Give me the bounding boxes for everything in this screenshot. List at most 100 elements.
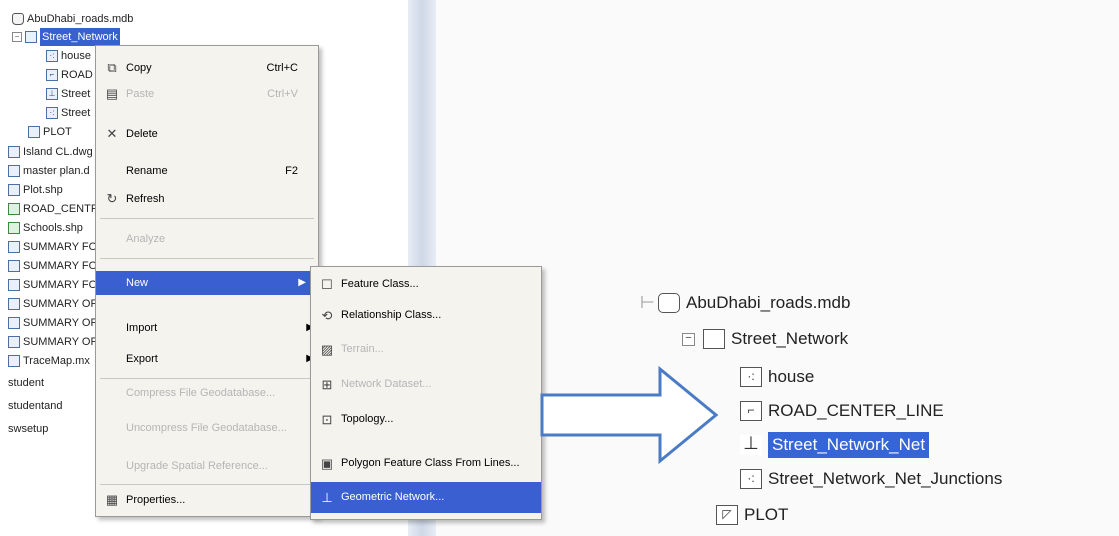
tree-item-file[interactable]: SUMMARY FO (8, 257, 97, 275)
menu-item-label: Terrain... (341, 343, 384, 355)
tree-item-file[interactable]: SUMMARY OF (8, 295, 97, 313)
tree-item-plot[interactable]: PLOT (28, 123, 72, 141)
tree-item-label: ROAD (61, 69, 93, 81)
tree-item-file[interactable]: Schools.shp (8, 219, 83, 237)
tree-item-folder[interactable]: swsetup (8, 420, 48, 438)
tree-item-road[interactable]: ⌐ ROAD (46, 66, 93, 84)
tree-item-file[interactable]: SUMMARY FO (8, 238, 97, 256)
menu-item-properties[interactable]: ▦ Properties... (96, 488, 318, 512)
polygon-feature-icon: ◸ (716, 505, 738, 525)
submenu-item-polygon-from-lines[interactable]: ▣ Polygon Feature Class From Lines... (311, 448, 541, 479)
tree-item-file[interactable]: SUMMARY FO (8, 276, 97, 294)
tree-item-label: SUMMARY FO (23, 241, 98, 253)
refresh-icon: ↻ (106, 191, 118, 206)
menu-item-copy[interactable]: ⧉ Copy Ctrl+C (96, 56, 318, 80)
menu-item-shortcut: F2 (285, 165, 298, 177)
copy-icon: ⧉ (107, 60, 117, 75)
tree-item-label: ROAD_CENTER_LINE (768, 401, 944, 420)
result-tree-item-road-center-line[interactable]: ⌐ ROAD_CENTER_LINE (740, 398, 944, 424)
tree-item-label: SUMMARY OF (23, 317, 98, 329)
tree-item-file[interactable]: master plan.d (8, 162, 90, 180)
menu-item-new[interactable]: New ▶ (96, 271, 318, 295)
tree-item-file[interactable]: SUMMARY OF (8, 314, 97, 332)
menu-item-delete[interactable]: ✕ Delete (96, 122, 318, 146)
result-tree-item-street-network-net-junctions[interactable]: ·: Street_Network_Net_Junctions (740, 466, 1002, 492)
new-submenu: ☐ Feature Class... ⟲ Relationship Class.… (310, 266, 542, 520)
line-feature-icon: ⌐ (740, 401, 762, 421)
menu-item-label: Geometric Network... (341, 491, 445, 503)
tree-item-label: SUMMARY FO (23, 279, 98, 291)
menu-item-label: Paste (126, 88, 155, 100)
submenu-item-relationship-class[interactable]: ⟲ Relationship Class... (311, 300, 541, 331)
properties-icon: ▦ (105, 492, 119, 507)
menu-item-analyze[interactable]: Analyze (96, 227, 318, 251)
tree-item-file[interactable]: SUMMARY OF (8, 333, 97, 351)
result-tree-item-plot[interactable]: ◸ PLOT (716, 502, 788, 528)
tree-item-label: AbuDhabi_roads.mdb (686, 293, 851, 312)
tree-item-folder[interactable]: studentand (8, 397, 62, 415)
tree-item-feature-dataset[interactable]: − Street_Network (12, 28, 120, 46)
table-icon (8, 241, 20, 253)
menu-item-compress[interactable]: Compress File Geodatabase... (96, 381, 318, 405)
result-tree-item-feature-dataset[interactable]: − Street_Network (682, 326, 848, 352)
menu-item-uncompress[interactable]: Uncompress File Geodatabase... (96, 416, 318, 440)
result-tree-item-geodatabase[interactable]: ⊢ AbuDhabi_roads.mdb (640, 290, 850, 316)
tree-item-file[interactable]: TraceMap.mx (8, 352, 90, 370)
tree-item-street-junctions[interactable]: ·: Street (46, 104, 90, 122)
collapse-icon[interactable]: − (12, 32, 22, 42)
submenu-item-geometric-network[interactable]: ⊥ Geometric Network... (311, 482, 541, 513)
menu-item-label: Refresh (126, 193, 165, 205)
submenu-item-topology[interactable]: ⊡ Topology... (311, 404, 541, 435)
submenu-item-network-dataset[interactable]: ⊞ Network Dataset... (311, 369, 541, 400)
menu-item-rename[interactable]: Rename F2 (96, 159, 318, 183)
menu-item-label: Compress File Geodatabase... (126, 387, 276, 399)
collapse-icon[interactable]: − (682, 332, 695, 346)
tree-item-label: ROAD_CENTR (23, 203, 99, 215)
menu-item-paste[interactable]: ▤ Paste Ctrl+V (96, 82, 318, 106)
tree-item-label: studentand (8, 400, 63, 412)
tree-item-label-selected: Street_Network (40, 28, 120, 46)
tree-item-street-net[interactable]: ⊥ Street (46, 85, 90, 103)
menu-item-upgrade-spatial-reference[interactable]: Upgrade Spatial Reference... (96, 454, 318, 478)
result-tree-item-street-network-net[interactable]: ⊥ Street_Network_Net (740, 432, 930, 458)
submenu-item-feature-class[interactable]: ☐ Feature Class... (311, 269, 541, 300)
tree-item-file[interactable]: Island CL.dwg (8, 143, 93, 161)
point-feature-icon: ·: (46, 107, 58, 119)
menu-item-shortcut: Ctrl+C (266, 62, 298, 74)
menu-separator (100, 484, 314, 485)
line-feature-icon: ⌐ (46, 69, 58, 81)
tree-item-label: TraceMap.mx (23, 355, 90, 367)
menu-item-import[interactable]: Import ▶ (96, 316, 318, 340)
tree-item-file[interactable]: Plot.shp (8, 181, 63, 199)
menu-item-label: Analyze (126, 233, 166, 245)
result-arrow (540, 365, 719, 465)
menu-item-label: Import (126, 322, 158, 334)
tree-item-file[interactable]: ROAD_CENTR (8, 200, 99, 218)
point-shapefile-icon (8, 222, 20, 234)
tree-item-label: house (768, 367, 815, 386)
tree-item-label: swsetup (8, 423, 49, 435)
document-icon (8, 279, 20, 291)
submenu-item-terrain[interactable]: ▨ Terrain... (311, 334, 541, 365)
submenu-arrow-icon: ▶ (298, 277, 306, 288)
menu-separator (100, 218, 314, 219)
tree-item-label: Street (61, 88, 91, 100)
result-tree-item-house[interactable]: ·: house (740, 364, 814, 390)
menu-item-label: Delete (126, 128, 158, 140)
menu-item-export[interactable]: Export ▶ (96, 347, 318, 371)
menu-item-refresh[interactable]: ↻ Refresh (96, 187, 318, 211)
tree-item-geodatabase[interactable]: AbuDhabi_roads.mdb (12, 10, 133, 28)
tree-item-folder[interactable]: student (8, 374, 44, 392)
tree-item-label-selected: Street_Network_Net (768, 432, 930, 458)
menu-item-label: Rename (126, 165, 168, 177)
table-icon (8, 298, 20, 310)
database-icon (12, 13, 24, 25)
menu-item-label: Topology... (341, 413, 394, 425)
point-feature-icon: ·: (740, 469, 762, 489)
tree-item-house[interactable]: ·: house (46, 47, 91, 65)
tree-item-label: house (61, 50, 91, 62)
menu-item-label: Network Dataset... (341, 378, 432, 390)
tree-item-label: Street_Network (731, 329, 849, 348)
feature-dataset-icon (703, 329, 725, 349)
polygon-from-lines-icon: ▣ (320, 456, 334, 471)
